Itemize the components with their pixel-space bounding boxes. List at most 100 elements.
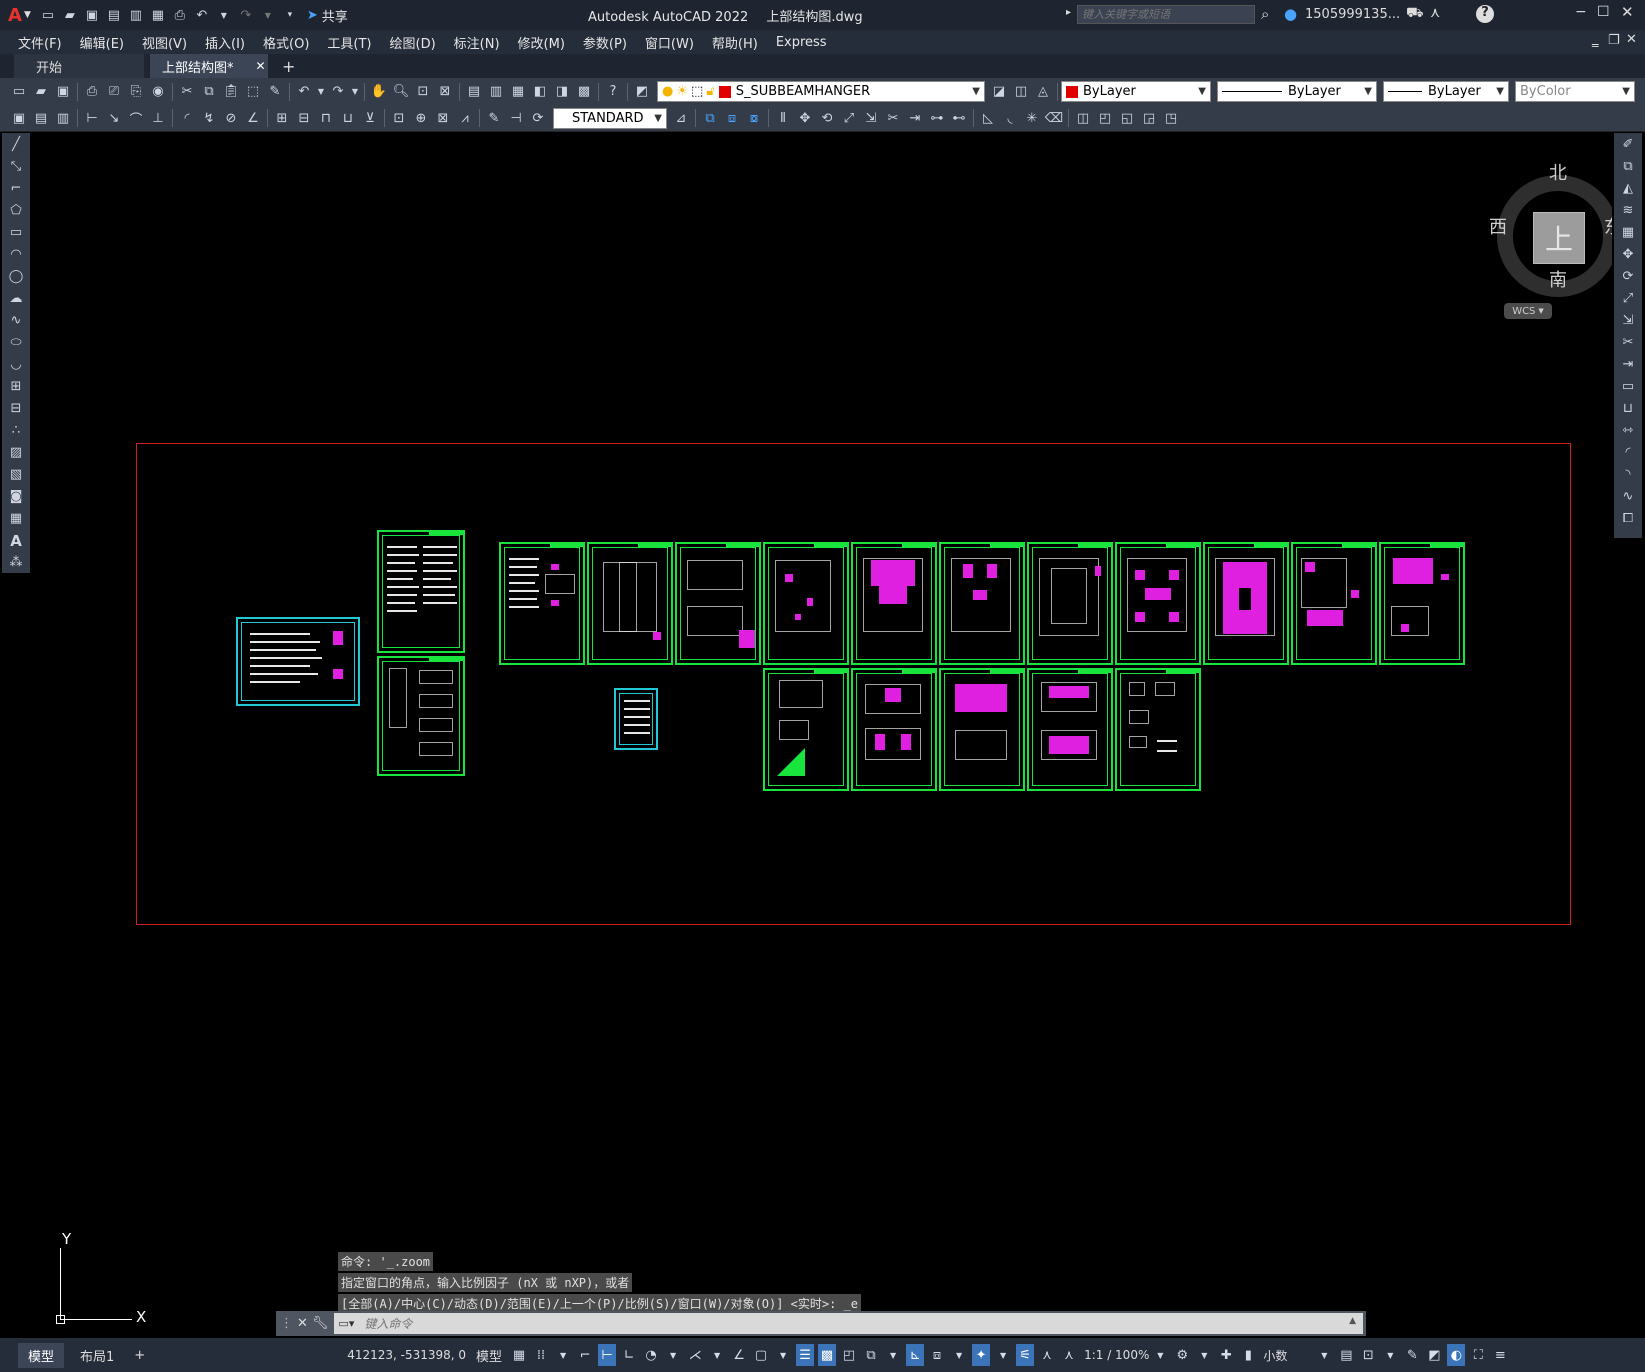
redo-dropdown-icon[interactable]: ▼ xyxy=(350,82,360,102)
drawing-sheet-notes[interactable] xyxy=(236,617,360,706)
drawing-sheet-01[interactable] xyxy=(499,542,585,665)
isodraft-icon[interactable]: ⋌ xyxy=(686,1344,704,1366)
close-icon[interactable]: ✕ xyxy=(1621,3,1634,21)
infer-constraints-icon[interactable]: ⌐ xyxy=(576,1344,594,1366)
quick-dim-icon[interactable]: ⊞ xyxy=(272,108,292,128)
extend-icon[interactable]: ⇥ xyxy=(905,108,925,128)
command-close-icon[interactable]: ✕ xyxy=(297,1316,308,1331)
chamfer-icon[interactable]: ◺ xyxy=(978,108,998,128)
array-icon[interactable]: ⫴ xyxy=(773,108,793,128)
insert-block-icon[interactable]: ⊞ xyxy=(4,376,28,397)
drawing-sheet-details[interactable] xyxy=(377,656,465,776)
polar-dropdown-icon[interactable]: ▼ xyxy=(664,1344,682,1366)
inspect-icon[interactable]: ⊠ xyxy=(433,108,453,128)
tab-model[interactable]: 模型 xyxy=(18,1342,65,1368)
move-icon[interactable]: ✥ xyxy=(795,108,815,128)
tab-document[interactable]: 上部结构图* ✕ xyxy=(150,54,268,78)
selection-filter-icon[interactable]: ⧈ xyxy=(928,1344,946,1366)
clean-screen-toggle-icon[interactable]: ◐ xyxy=(1447,1344,1466,1366)
scale-icon[interactable]: ⤢ xyxy=(839,108,859,128)
command-history-toggle-icon[interactable]: ▲ xyxy=(1349,1316,1356,1326)
units-dropdown-icon[interactable]: ▼ xyxy=(1315,1344,1333,1366)
open-file-icon[interactable]: ▰ xyxy=(60,5,80,25)
drawing-sheet-14[interactable] xyxy=(939,668,1025,791)
make-block-icon[interactable]: ⊟ xyxy=(4,398,28,419)
command-input[interactable] xyxy=(358,1313,1363,1334)
properties-icon[interactable]: ▤ xyxy=(464,82,484,102)
command-grip-icon[interactable]: ⋮ xyxy=(280,1316,293,1331)
search-icon[interactable]: ⌕ xyxy=(1261,5,1269,23)
plotstyle-dropdown[interactable]: ByColor ▼ xyxy=(1515,81,1635,102)
erase-icon[interactable]: ⌫ xyxy=(1044,108,1064,128)
publish-icon[interactable]: ▥ xyxy=(126,5,146,25)
polar-icon[interactable]: ◔ xyxy=(642,1344,660,1366)
units-icon[interactable]: ▮ xyxy=(1239,1344,1257,1366)
dim-diameter-icon[interactable]: ⊘ xyxy=(221,108,241,128)
menu-help[interactable]: 帮助(H) xyxy=(712,33,758,52)
blend-curves-icon[interactable]: ∿ xyxy=(1616,486,1640,507)
construction-line-icon[interactable]: ⤡ xyxy=(4,156,28,177)
menu-draw[interactable]: 绘图(D) xyxy=(390,33,436,52)
maximize-icon[interactable]: ☐ xyxy=(1597,4,1610,20)
save-as-icon[interactable]: ▤ xyxy=(104,5,124,25)
coordinates-readout[interactable]: 412123, -531398, 0 xyxy=(347,1348,466,1362)
selection-cycling-icon[interactable]: ◰ xyxy=(840,1344,858,1366)
mirror-icon[interactable]: ◭ xyxy=(1616,178,1640,199)
viewcube-top-face[interactable]: 上 xyxy=(1533,212,1585,264)
units-value[interactable]: 小数 xyxy=(1263,1347,1313,1364)
viewcube[interactable]: 上 北 南 西 东 xyxy=(1489,153,1612,297)
layer-states-icon[interactable]: ◬ xyxy=(1033,82,1053,102)
pan-icon[interactable]: ✋ xyxy=(369,82,389,102)
match-properties-icon[interactable]: ⬚ xyxy=(243,82,263,102)
brush-icon[interactable]: ✎ xyxy=(265,82,285,102)
dim-text-edit-icon[interactable]: ⊣ xyxy=(506,108,526,128)
erase-icon[interactable]: ✐ xyxy=(1616,134,1640,155)
dim-angular-icon[interactable]: ∠ xyxy=(243,108,263,128)
move-icon[interactable]: ✥ xyxy=(1616,244,1640,265)
customize-qat-icon[interactable]: ▾ xyxy=(280,5,300,25)
open-icon[interactable]: ▰ xyxy=(31,82,51,102)
gizmo-icon[interactable]: ✦ xyxy=(972,1344,991,1366)
layer-thaw-icon[interactable]: ☀ xyxy=(676,84,688,99)
menu-window[interactable]: 窗口(W) xyxy=(645,33,694,52)
drawing-sheet-03[interactable] xyxy=(675,542,761,665)
plot-preview-icon[interactable]: ⎚ xyxy=(104,82,124,102)
command-customize-icon[interactable]: 🔧︎ xyxy=(312,1316,329,1331)
color-dropdown[interactable]: ByLayer ▼ xyxy=(1061,81,1211,102)
drawing-sheet-07[interactable] xyxy=(1027,542,1113,665)
quick-select-icon[interactable]: ◳ xyxy=(1161,108,1181,128)
compass-north[interactable]: 北 xyxy=(1549,159,1567,185)
drawing-sheet-05[interactable] xyxy=(851,542,937,665)
app-menu-chevron-icon[interactable]: ▼ xyxy=(24,10,31,20)
drawing-sheet-06[interactable] xyxy=(939,542,1025,665)
drawing-sheet-16[interactable] xyxy=(1115,668,1201,791)
dim-arc-icon[interactable]: ⌒ xyxy=(126,108,146,128)
break-icon[interactable]: ⊔ xyxy=(1616,398,1640,419)
redo-icon[interactable]: ↷ xyxy=(328,82,348,102)
dim-style-icon[interactable]: ⊿ xyxy=(671,108,691,128)
autodesk-a360-icon[interactable]: ⋏ xyxy=(1430,5,1440,21)
array-icon[interactable]: ▦ xyxy=(1616,222,1640,243)
help-button[interactable]: ? xyxy=(1476,5,1494,23)
ellipse-icon[interactable]: ⬭ xyxy=(4,332,28,353)
plot-icon[interactable]: ⎙ xyxy=(82,82,102,102)
fillet-icon[interactable]: ◟ xyxy=(1000,108,1020,128)
polyline-icon[interactable]: ⌐ xyxy=(4,178,28,199)
zoom-window-icon[interactable]: ⊡ xyxy=(413,82,433,102)
compass-south[interactable]: 南 xyxy=(1549,266,1567,292)
block-icon[interactable]: ▣ xyxy=(9,108,29,128)
compass-east[interactable]: 东 xyxy=(1604,213,1612,239)
annotation-scale-value[interactable]: 1:1 / 100% xyxy=(1084,1348,1149,1362)
undo-dropdown-icon[interactable]: ▼ xyxy=(214,5,234,25)
new-icon[interactable]: ▭ xyxy=(9,82,29,102)
cut-icon[interactable]: ✂ xyxy=(177,82,197,102)
paste-icon[interactable]: 📋︎ xyxy=(221,82,241,102)
layer-previous-icon[interactable]: ◫ xyxy=(1011,82,1031,102)
dim-space-icon[interactable]: ⊔ xyxy=(338,108,358,128)
redo-icon[interactable]: ↷ xyxy=(236,5,256,25)
autocad-logo[interactable]: A xyxy=(8,5,22,26)
scale-icon[interactable]: ⤢ xyxy=(1616,288,1640,309)
selection-filter-dropdown-icon[interactable]: ▼ xyxy=(950,1344,968,1366)
tolerance-icon[interactable]: ⊡ xyxy=(389,108,409,128)
dim-baseline-icon[interactable]: ⊟ xyxy=(294,108,314,128)
